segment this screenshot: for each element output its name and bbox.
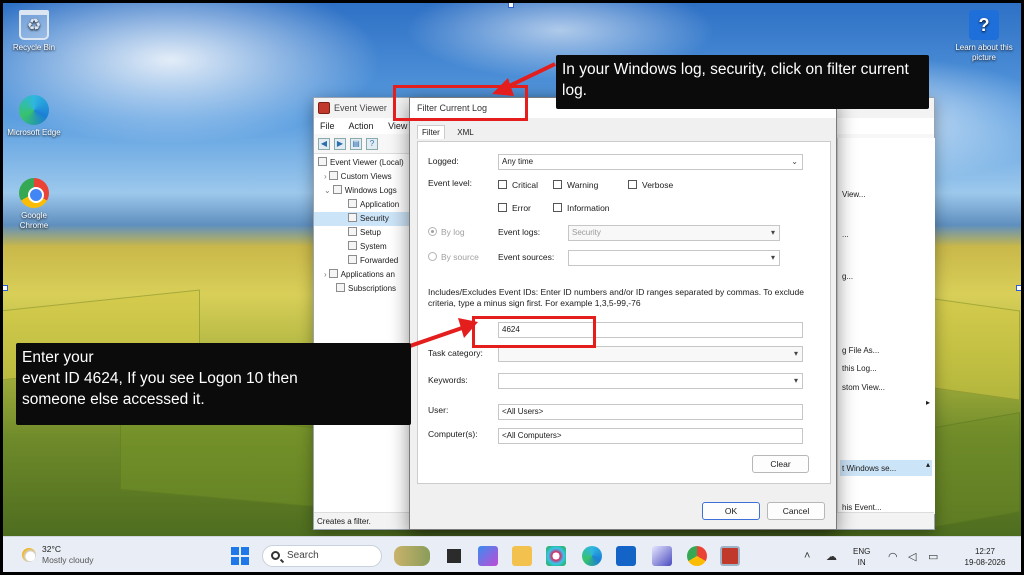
app-icon[interactable] <box>652 546 672 566</box>
search-highlight-image-icon[interactable] <box>394 546 430 566</box>
search-icon <box>271 551 280 560</box>
wifi-icon[interactable]: ◠ <box>888 550 898 563</box>
weather-condition: Mostly cloudy <box>42 555 94 565</box>
battery-icon[interactable]: ▭ <box>928 550 938 563</box>
callout-left-line: event ID 4624, If you see Logon 10 then <box>22 370 298 387</box>
callout-left-line: someone else accessed it. <box>22 391 205 408</box>
callout-top: In your Windows log, security, click on … <box>556 55 929 109</box>
weather-temp: 32°C <box>42 544 61 554</box>
volume-icon[interactable]: ◁ <box>908 550 916 563</box>
cloud-icon[interactable]: ☁ <box>826 550 837 563</box>
arrow-head-top <box>492 78 514 96</box>
windows-start-icon[interactable] <box>231 547 249 565</box>
selection-handle <box>508 2 514 8</box>
clock-date: 19-08-2026 <box>964 558 1006 567</box>
clock-time: 12:27 <box>974 547 996 556</box>
callout-left: Enter your event ID 4624, If you see Log… <box>16 343 411 425</box>
copilot-icon[interactable] <box>478 546 498 566</box>
callout-left-line: Enter your <box>22 349 94 366</box>
store-icon[interactable] <box>616 546 636 566</box>
language-indicator[interactable]: ENG IN <box>853 546 870 568</box>
chrome-taskbar-icon[interactable] <box>687 546 707 566</box>
region-code: IN <box>857 558 866 567</box>
language-code: ENG <box>853 547 871 556</box>
callout-top-text: In your Windows log, security, click on … <box>562 61 909 99</box>
search-label: Search <box>287 550 319 561</box>
task-view-icon[interactable] <box>444 546 464 566</box>
event-viewer-taskbar-icon[interactable] <box>720 546 740 566</box>
chevron-up-icon[interactable]: ˄ <box>804 550 810 562</box>
arrow-head-left <box>458 318 478 338</box>
slack-icon[interactable] <box>546 546 566 566</box>
file-explorer-icon[interactable] <box>512 546 532 566</box>
selection-handle <box>1016 285 1022 291</box>
arrow-line-top <box>504 62 556 90</box>
weather-widget[interactable]: 32°C Mostly cloudy <box>22 544 94 566</box>
edge-taskbar-icon[interactable] <box>582 546 602 566</box>
selection-handle <box>2 285 8 291</box>
clock[interactable]: 12:27 19-08-2026 <box>955 546 1015 568</box>
weather-cloudy-icon <box>22 548 36 562</box>
taskbar: 32°C Mostly cloudy Search ˄ ☁ ENG IN ◠ ◁… <box>0 536 1024 575</box>
taskbar-search[interactable]: Search <box>262 545 382 567</box>
